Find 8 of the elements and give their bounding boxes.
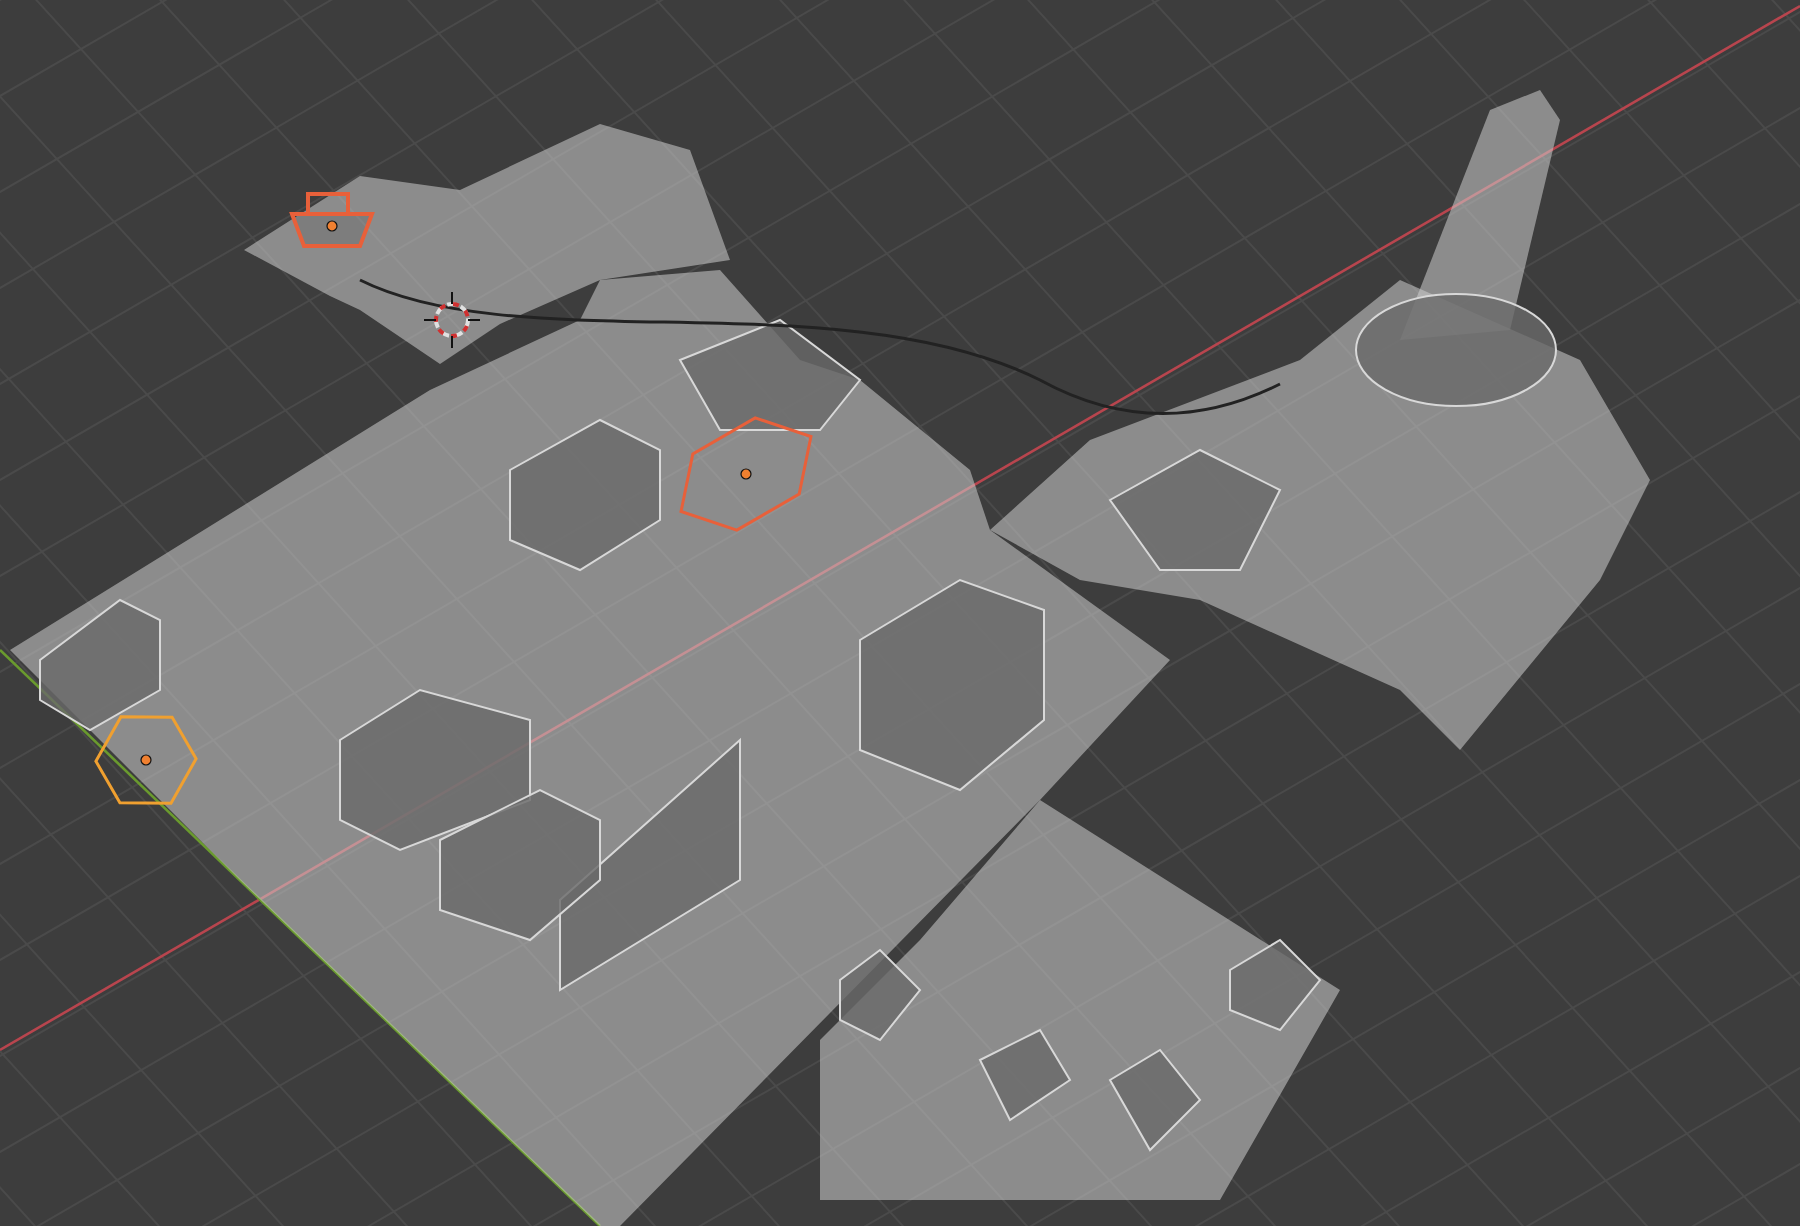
box-mesh (1229, 938, 1322, 1032)
box-mesh (1108, 1048, 1202, 1152)
box-mesh (978, 1028, 1072, 1122)
box-mesh (839, 948, 922, 1042)
camera-object[interactable] (289, 192, 375, 248)
light-object[interactable] (94, 715, 198, 805)
box-mesh (39, 598, 161, 732)
3d-cursor-icon (423, 291, 481, 349)
